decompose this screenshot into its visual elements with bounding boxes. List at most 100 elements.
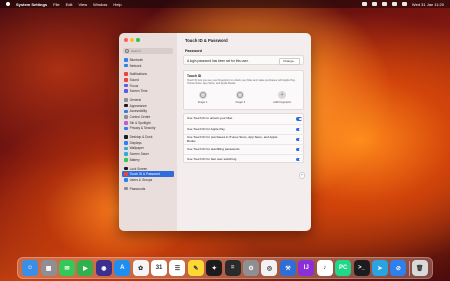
close-button[interactable] bbox=[124, 38, 128, 42]
moon-icon bbox=[124, 83, 128, 88]
globe-icon bbox=[124, 63, 128, 68]
menu-clock[interactable]: Wed 31 Jan 11:20 bbox=[412, 2, 444, 7]
key-icon bbox=[124, 186, 128, 191]
fingerprint-label: Finger 1 bbox=[198, 100, 208, 104]
sidebar: BluetoothNetworkNotificationsSoundFocusS… bbox=[119, 33, 177, 231]
sidebar-item-siri-spotlight[interactable]: Siri & Spotlight bbox=[122, 120, 174, 126]
change-password-button[interactable]: Change... bbox=[278, 58, 300, 65]
apple-icon[interactable] bbox=[6, 2, 10, 6]
dock-system-settings-icon[interactable]: ⚙ bbox=[243, 260, 260, 276]
sidebar-item-label: Sound bbox=[129, 77, 139, 82]
toggle-switch[interactable] bbox=[295, 137, 302, 142]
sidebar-list: Bluetooth Network Notifications Sound Focus S… bbox=[122, 57, 174, 191]
toggle-switch[interactable] bbox=[295, 117, 302, 121]
add-fingerprint-button[interactable]: + Add Fingerprint bbox=[273, 91, 291, 104]
dock-chrome-icon[interactable]: ◎ bbox=[261, 260, 278, 276]
sidebar-item-sound[interactable]: Sound bbox=[122, 77, 174, 83]
battery-icon bbox=[124, 158, 128, 162]
help-button[interactable]: ? bbox=[298, 172, 305, 179]
sidebar-item-label: Accessibility bbox=[129, 109, 147, 114]
sidebar-item-appearance[interactable]: Appearance bbox=[122, 103, 174, 109]
search-icon bbox=[125, 49, 129, 53]
battery-icon[interactable] bbox=[371, 2, 377, 6]
toggle-switch[interactable] bbox=[295, 147, 302, 152]
dock-intellij-icon[interactable]: IJ bbox=[298, 260, 315, 276]
dock-telegram-icon[interactable]: ➤ bbox=[371, 260, 388, 276]
dock-messages-icon[interactable]: ✉ bbox=[59, 260, 76, 276]
fingerprint-icon bbox=[124, 172, 128, 177]
sidebar-item-network[interactable]: Network bbox=[122, 63, 174, 69]
fingerprint-label: Finger 2 bbox=[235, 100, 246, 104]
fingerprint-label: Add Fingerprint bbox=[273, 100, 291, 104]
dock-photos-icon[interactable]: ✿ bbox=[132, 260, 149, 276]
bluetooth-icon bbox=[124, 58, 128, 62]
page-title: Touch ID & Password bbox=[185, 38, 228, 43]
minimize-button[interactable] bbox=[130, 38, 134, 42]
search-icon[interactable] bbox=[391, 2, 397, 6]
dock-trash-icon[interactable]: 🗑 bbox=[411, 260, 428, 276]
menu-edit[interactable]: Edit bbox=[66, 2, 73, 7]
dock-separator bbox=[408, 260, 410, 276]
dock-safari-icon[interactable]: ⊘ bbox=[390, 260, 407, 276]
dock-icon bbox=[124, 135, 128, 139]
sidebar-item-privacy-security[interactable]: Privacy & Security bbox=[122, 126, 174, 132]
menu-bar: System Settings File Edit View Window He… bbox=[0, 0, 450, 8]
dock-facetime-icon[interactable]: ▶ bbox=[77, 260, 94, 276]
touchid-option-label: Use Touch ID for Apple Pay bbox=[187, 126, 225, 131]
sidebar-item-label: Privacy & Security bbox=[129, 126, 156, 131]
system-settings-window: BluetoothNetworkNotificationsSoundFocusS… bbox=[119, 33, 311, 231]
sidebar-item-label: Displays bbox=[129, 140, 142, 145]
menu-app-name[interactable]: System Settings bbox=[16, 2, 47, 7]
dock-finder-icon[interactable]: ☺ bbox=[22, 260, 39, 276]
touchid-option-label: Use Touch ID for fast user switching bbox=[187, 156, 237, 161]
touchid-option-label: Use Touch ID to unlock your Mac bbox=[187, 116, 233, 121]
wifi-icon[interactable] bbox=[381, 2, 387, 6]
fingerprint-1[interactable]: Finger 1 bbox=[198, 91, 208, 104]
zoom-button[interactable] bbox=[136, 38, 140, 42]
dock-terminal-icon[interactable]: >_ bbox=[353, 260, 370, 276]
search-input[interactable] bbox=[131, 49, 171, 53]
sidebar-item-label: Desktop & Dock bbox=[129, 135, 153, 140]
dock-pycharm-icon[interactable]: PC bbox=[335, 260, 352, 276]
toggle-switch[interactable] bbox=[295, 127, 302, 132]
sidebar-item-label: Battery bbox=[129, 157, 140, 162]
menu-window[interactable]: Window bbox=[93, 2, 107, 7]
main-pane: Touch ID & Password Password A login pas… bbox=[177, 33, 311, 231]
sidebar-item-label: Siri & Spotlight bbox=[129, 120, 151, 125]
accessibility-icon bbox=[124, 109, 128, 114]
dock-reminders-icon[interactable]: ☰ bbox=[169, 260, 186, 276]
control-centre-icon[interactable] bbox=[401, 2, 407, 6]
sidebar-item-label: Touch ID & Password bbox=[129, 172, 161, 177]
fingerprint-list: Finger 1 Finger 2 + Add Fingerprint bbox=[184, 91, 305, 104]
dock-launchpad-icon[interactable]: ▦ bbox=[40, 260, 57, 276]
search-field[interactable] bbox=[123, 48, 173, 54]
sidebar-item-users-groups[interactable]: Users & Groups bbox=[122, 177, 174, 183]
plus-icon: + bbox=[278, 91, 287, 99]
touchid-options-card: Use Touch ID to unlock your Mac Use Touch… bbox=[183, 113, 305, 163]
sidebar-item-screen-time[interactable]: Screen Time bbox=[122, 88, 174, 94]
sidebar-item-label: General bbox=[129, 97, 141, 102]
dock-app-store-icon[interactable]: A bbox=[114, 260, 131, 276]
screen-record-icon[interactable] bbox=[361, 2, 367, 6]
menu-help[interactable]: Help bbox=[113, 2, 121, 7]
touchid-option-row: Use Touch ID for Apple Pay bbox=[184, 124, 305, 134]
dock-notes-icon[interactable]: ✎ bbox=[187, 260, 204, 276]
hourglass-icon bbox=[124, 89, 128, 94]
dock-tv-icon[interactable]: ✦ bbox=[206, 260, 223, 276]
sidebar-item-displays[interactable]: Displays bbox=[122, 140, 174, 146]
dock-xcode-icon[interactable]: ⚒ bbox=[279, 260, 296, 276]
dock-calendar-icon[interactable]: 31 bbox=[151, 260, 168, 276]
dock-calculator-icon[interactable]: = bbox=[224, 260, 241, 276]
fingerprint-2[interactable]: Finger 2 bbox=[235, 91, 246, 104]
menu-file[interactable]: File bbox=[53, 2, 59, 7]
sidebar-item-label: Screen Time bbox=[129, 89, 148, 94]
dock-siri-icon[interactable]: ◉ bbox=[95, 260, 112, 276]
dock-music-icon[interactable]: ♪ bbox=[316, 260, 333, 276]
sidebar-item-bluetooth[interactable]: Bluetooth bbox=[122, 57, 174, 63]
sidebar-item-battery[interactable]: Battery bbox=[122, 157, 174, 163]
touchid-option-label: Use Touch ID for autofilling passwords bbox=[187, 146, 240, 151]
sidebar-item-general[interactable]: General bbox=[122, 97, 174, 103]
menu-view[interactable]: View bbox=[78, 2, 87, 7]
toggle-switch[interactable] bbox=[295, 157, 302, 162]
sidebar-item-passwords[interactable]: Passwords bbox=[122, 186, 174, 192]
